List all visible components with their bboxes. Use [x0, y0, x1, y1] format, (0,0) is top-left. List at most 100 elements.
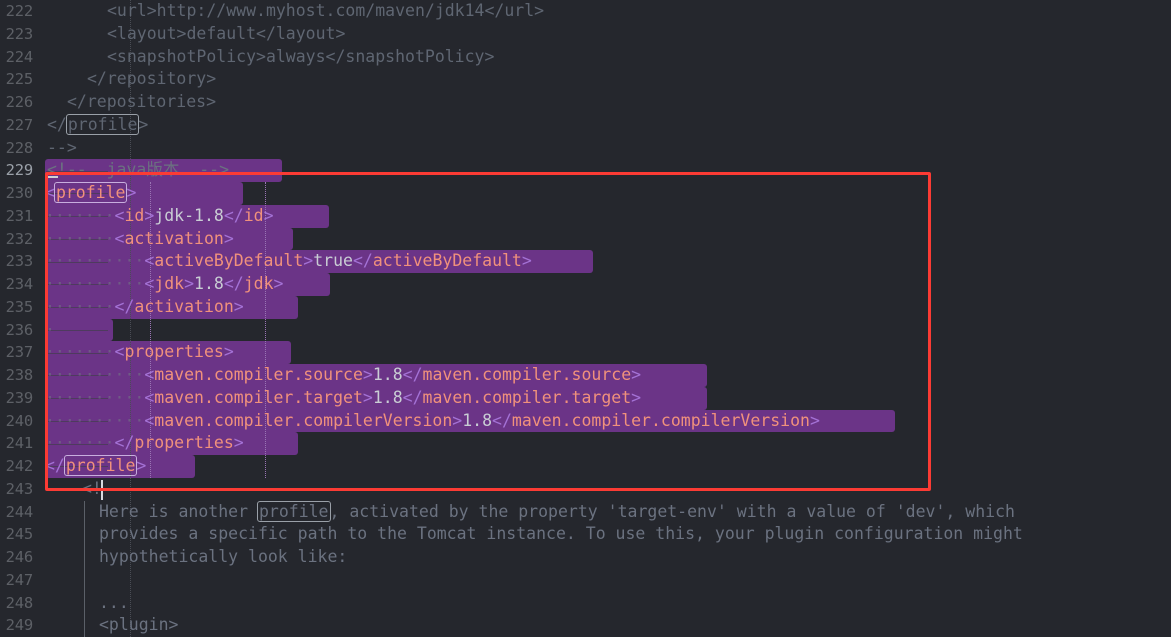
line-number[interactable]: 223: [0, 23, 34, 46]
line-number[interactable]: 243: [0, 478, 34, 501]
code-token: ··········: [45, 251, 145, 271]
code-token: </repositories>: [67, 92, 217, 111]
code-line[interactable]: <layout>default</layout>: [107, 23, 345, 46]
line-number[interactable]: 234: [0, 273, 34, 296]
code-token: properties: [134, 433, 234, 453]
code-token: </: [352, 251, 373, 271]
code-token: , activated by the property 'target-env'…: [329, 501, 1015, 521]
code-line[interactable]: <url>http://www.myhost.com/maven/jdk14</…: [107, 0, 544, 23]
line-number[interactable]: 246: [0, 546, 34, 569]
line-number[interactable]: 238: [0, 364, 34, 387]
line-number[interactable]: 226: [0, 91, 34, 114]
line-number[interactable]: 232: [0, 228, 34, 251]
code-editor[interactable]: 222 223 224 225 226 227 228 229 230 231 232 233 234 2…: [0, 0, 1171, 637]
line-number[interactable]: 231: [0, 205, 34, 228]
code-line[interactable]: -->: [47, 137, 77, 160]
line-number[interactable]: 233: [0, 250, 34, 273]
line-number[interactable]: 224: [0, 46, 34, 69]
code-token: ...: [99, 592, 129, 612]
line-number[interactable]: 239: [0, 387, 34, 410]
code-line[interactable]: ...: [99, 592, 129, 615]
code-token: <!-- java版本 -->: [47, 160, 230, 180]
line-number[interactable]: 235: [0, 296, 34, 319]
code-line[interactable]: ·······<properties>: [45, 341, 234, 364]
code-token: 1.8: [372, 387, 403, 407]
code-token: provides a specific path to the Tomcat i…: [99, 524, 1023, 544]
code-token: >: [263, 205, 274, 225]
code-token: activation: [134, 296, 234, 316]
code-token: </: [402, 365, 423, 384]
code-line[interactable]: ·: [45, 319, 55, 342]
line-number[interactable]: 244: [0, 501, 34, 524]
code-line[interactable]: ·······</properties>: [45, 432, 244, 455]
line-number[interactable]: 225: [0, 68, 34, 91]
code-line[interactable]: ··········<maven.compiler.target>1.8</ma…: [45, 387, 641, 410]
word-occurrence-highlight: profile: [63, 455, 138, 476]
code-token: hypothetically look like:: [99, 547, 348, 566]
line-number[interactable]: 245: [0, 523, 34, 546]
line-number[interactable]: 248: [0, 592, 34, 615]
code-token: activation: [124, 228, 224, 248]
code-line[interactable]: <plugin>: [99, 614, 178, 637]
line-number[interactable]: 230: [0, 182, 34, 205]
line-number-gutter[interactable]: 222 223 224 225 226 227 228 229 230 231 232 233 234 2…: [0, 0, 37, 637]
line-number[interactable]: 240: [0, 410, 34, 433]
word-occurrence-highlight: profile: [53, 182, 128, 203]
line-number[interactable]: 247: [0, 569, 34, 592]
code-token: >: [184, 274, 195, 293]
code-line[interactable]: ··········<maven.compiler.source>1.8</ma…: [45, 364, 641, 387]
code-token: >: [223, 228, 234, 248]
line-number[interactable]: 242: [0, 455, 34, 478]
code-token: </: [45, 456, 65, 475]
code-token: ·······: [45, 342, 115, 362]
code-token: ··········: [45, 274, 145, 293]
code-token: >: [303, 251, 314, 271]
code-token: ··········: [45, 365, 145, 384]
comment-guide-bar: [84, 500, 85, 524]
line-number[interactable]: 237: [0, 341, 34, 364]
code-token: activeByDefault: [372, 251, 522, 271]
line-number[interactable]: 236: [0, 319, 34, 342]
code-line[interactable]: ·······<id>jdk-1.8</id>: [45, 205, 274, 228]
code-line[interactable]: ··········<activeByDefault>true</activeB…: [45, 250, 532, 273]
fold-marker-icon[interactable]: [47, 176, 58, 179]
line-number[interactable]: 222: [0, 0, 34, 23]
code-token: <layout>default</layout>: [107, 23, 346, 43]
code-content[interactable]: <url>http://www.myhost.com/maven/jdk14</…: [44, 0, 1171, 637]
code-token: </: [492, 410, 512, 430]
code-token: <plugin>: [99, 615, 179, 635]
code-line[interactable]: <snapshotPolicy>always</snapshotPolicy>: [107, 46, 494, 69]
line-number[interactable]: 228: [0, 137, 34, 160]
line-number[interactable]: 249: [0, 614, 34, 637]
code-token: id: [243, 205, 264, 225]
code-line[interactable]: ··········<maven.compiler.compilerVersio…: [45, 410, 820, 433]
code-token: </: [114, 433, 135, 453]
code-token: jdk: [154, 274, 185, 293]
code-token: <: [144, 410, 155, 430]
code-line[interactable]: ··········<jdk>1.8</jdk>: [45, 273, 283, 296]
comment-guide-bar: [84, 546, 85, 569]
code-token: >: [631, 387, 642, 407]
code-line[interactable]: </profile>: [47, 113, 148, 137]
code-token: </: [47, 114, 67, 134]
code-line[interactable]: </repository>: [87, 68, 216, 91]
code-line[interactable]: </repositories>: [67, 91, 216, 114]
code-line[interactable]: </profile>: [45, 455, 146, 478]
code-token: -->: [47, 137, 77, 157]
text-caret: [101, 479, 103, 500]
code-line[interactable]: ·······<activation>: [45, 228, 234, 251]
line-number[interactable]: 241: [0, 432, 34, 455]
code-token: jdk-1.8: [154, 205, 224, 225]
code-token: <url>http://www.myhost.com/maven/jdk14</…: [107, 1, 545, 20]
line-number[interactable]: 229: [0, 159, 34, 182]
code-line[interactable]: ·······</activation>: [45, 296, 244, 319]
line-number[interactable]: 227: [0, 114, 34, 137]
code-token: >: [362, 387, 373, 407]
code-line[interactable]: provides a specific path to the Tomcat i…: [99, 523, 1023, 546]
code-token: >: [809, 410, 820, 430]
code-line[interactable]: <profile>: [45, 182, 136, 205]
code-line[interactable]: hypothetically look like:: [99, 546, 347, 569]
code-line[interactable]: <!-- java版本 -->: [47, 159, 229, 182]
code-token: <snapshotPolicy>always</snapshotPolicy>: [107, 46, 495, 66]
code-line[interactable]: Here is another profile, activated by th…: [99, 500, 1015, 524]
